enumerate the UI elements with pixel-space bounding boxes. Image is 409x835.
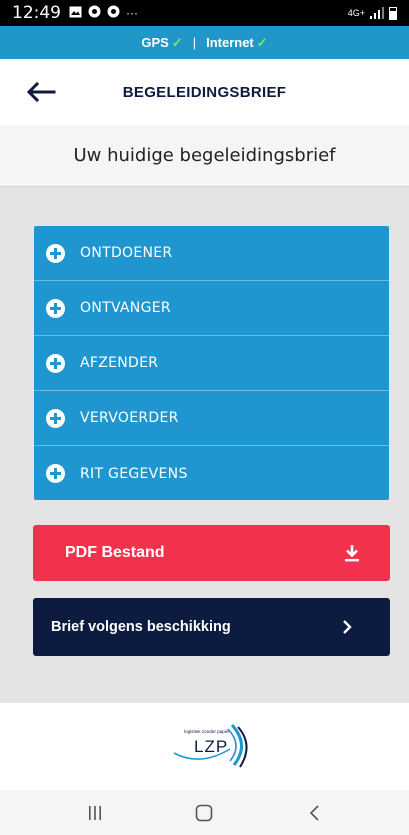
accordion-item-label: ONTDOENER	[80, 245, 173, 261]
more-icon: ···	[126, 6, 138, 20]
internet-check-icon: ✓	[256, 35, 268, 50]
download-icon	[345, 545, 359, 562]
app-header: BEGELEIDINGSBRIEF	[0, 59, 409, 125]
pdf-button-label: PDF Bestand	[65, 544, 165, 561]
accordion-item-label: AFZENDER	[80, 355, 159, 371]
plus-icon	[46, 298, 65, 318]
accordion-item-ontvanger[interactable]: ONTVANGER	[34, 281, 389, 336]
back-button[interactable]	[26, 72, 76, 112]
plus-icon	[46, 464, 65, 483]
back-icon	[310, 804, 319, 821]
system-back-button[interactable]	[294, 798, 334, 828]
accordion-item-label: RIT GEGEVENS	[80, 465, 188, 482]
home-button[interactable]	[184, 798, 224, 828]
image-icon	[69, 6, 82, 21]
brief-volgens-beschikking-button[interactable]: Brief volgens beschikking	[33, 598, 390, 656]
accordion-item-label: ONTVANGER	[80, 300, 171, 316]
accordion-item-ontdoener[interactable]: ONTDOENER	[34, 226, 389, 281]
system-nav-bar	[0, 790, 409, 835]
accordion-item-label: VERVOERDER	[80, 410, 179, 426]
section-accordion: ONTDOENER ONTVANGER AFZENDER VERVOERDER …	[34, 226, 389, 500]
status-time: 12:49	[12, 3, 61, 23]
chrome-icon	[88, 5, 101, 21]
accordion-item-rit-gegevens[interactable]: RIT GEGEVENS	[34, 446, 389, 500]
logo-text: LZP	[194, 737, 228, 756]
accordion-item-vervoerder[interactable]: VERVOERDER	[34, 391, 389, 446]
gps-check-icon: ✓	[171, 35, 183, 50]
arrow-left-icon	[26, 82, 56, 102]
page-subtitle: Uw huidige begeleidingsbrief	[73, 145, 336, 166]
plus-icon	[46, 353, 65, 373]
plus-icon	[46, 243, 65, 263]
status-right: 4G+	[347, 6, 397, 20]
subtitle-band: Uw huidige begeleidingsbrief	[0, 125, 409, 187]
accordion-item-afzender[interactable]: AFZENDER	[34, 336, 389, 391]
lzp-logo: logistiek zonder papier LZP	[173, 723, 247, 768]
chrome-icon	[107, 5, 120, 21]
footer: logistiek zonder papier LZP	[0, 703, 409, 790]
recent-apps-button[interactable]	[75, 798, 115, 828]
connection-bar: GPS ✓ | Internet ✓	[0, 26, 409, 59]
gps-label: GPS	[141, 35, 169, 50]
internet-label: Internet	[206, 35, 254, 50]
home-icon	[196, 804, 213, 821]
signal-icon	[370, 7, 384, 19]
status-bar: 12:49 ··· 4G+	[0, 0, 409, 26]
brief-button-label: Brief volgens beschikking	[51, 619, 231, 635]
pdf-download-button[interactable]: PDF Bestand	[33, 525, 390, 581]
battery-icon	[389, 6, 397, 20]
logo-tagline: logistiek zonder papier	[184, 729, 230, 734]
chevron-right-icon	[343, 620, 352, 634]
plus-icon	[46, 408, 65, 428]
connection-separator: |	[192, 35, 197, 50]
recent-apps-icon	[88, 805, 101, 820]
network-type: 4G+	[347, 8, 365, 18]
